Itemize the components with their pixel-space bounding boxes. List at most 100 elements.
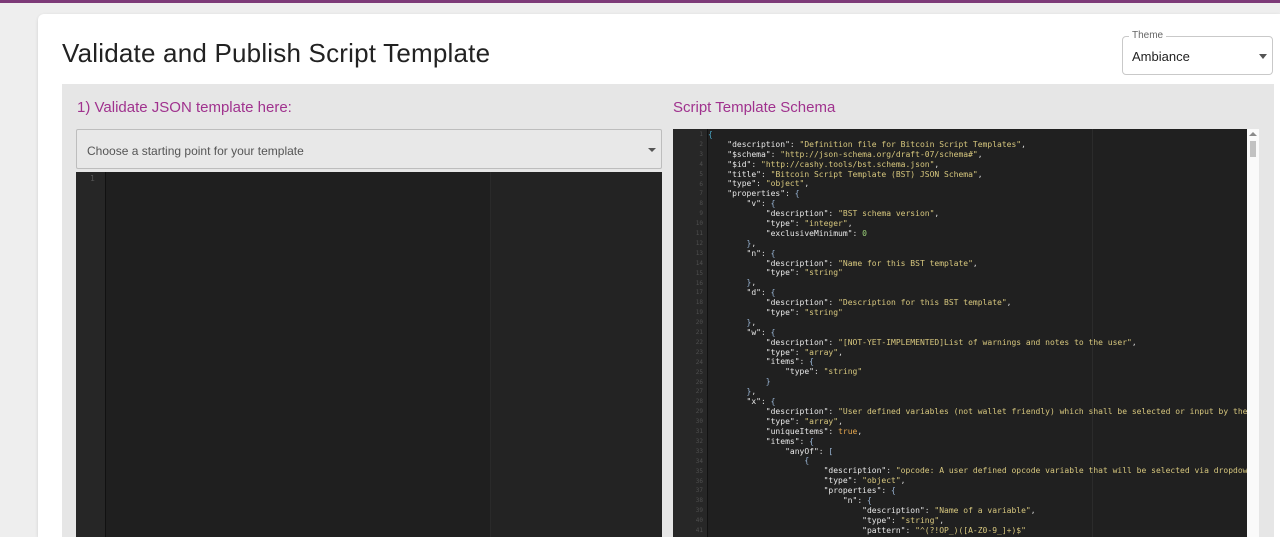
page-title: Validate and Publish Script Template [62,38,491,68]
schema-line-number: 24 [695,358,703,366]
code-line: "title": "Bitcoin Script Template (BST) … [727,169,983,179]
code-line: "description": "Description for this BST… [765,298,1012,308]
chevron-down-icon [648,148,656,152]
schema-line-number: 40 [695,517,703,525]
schema-line-number: 32 [695,437,703,445]
schema-line-number: 36 [695,477,703,485]
schema-line-number: 34 [695,457,703,465]
schema-line-number: 35 [695,467,703,475]
theme-select[interactable]: Theme Ambiance [1122,30,1273,75]
code-line: "x": { [746,397,776,407]
schema-line-number: 4 [699,160,703,168]
schema-line-number: 16 [695,279,703,287]
schema-line-number: 3 [699,150,703,158]
chevron-down-icon [1259,54,1267,59]
schema-viewer[interactable]: 1 2 3 4 5 6 7 8 9 10 11 12 13 14 15 16 17 18 19 20 21 22 23 24 2… [673,129,1259,537]
schema-line-number: 30 [695,418,703,426]
schema-line-number: 20 [695,319,703,327]
code-line: "d": { [746,288,776,298]
schema-line-number: 37 [695,487,703,495]
code-line: "type": "object", [727,179,810,189]
code-line: "uniqueItems": true, [765,426,863,436]
code-line: } [765,377,771,387]
code-line: "v": { [746,199,776,209]
schema-section-title: Script Template Schema [673,99,836,116]
code-line: "description": "BST schema version", [765,209,940,219]
schema-line-number: 19 [695,309,703,317]
schema-line-number: 28 [695,398,703,406]
code-line: "n": { [842,495,872,505]
schema-line-number: 39 [695,507,703,515]
code-line: "w": { [746,327,776,337]
json-template-editor[interactable]: 1 [76,172,662,537]
schema-line-number: 23 [695,348,703,356]
code-line: "description": "User defined variables (… [765,406,1248,416]
schema-line-number: 26 [695,378,703,386]
schema-line-number: 7 [699,190,703,198]
code-line: "description": "Definition file for Bitc… [727,139,1026,149]
schema-line-number: 14 [695,259,703,267]
schema-line-number: 12 [695,239,703,247]
code-line: }, [746,387,757,397]
schema-line-number: 18 [695,299,703,307]
schema-code: { "description": "Definition file for Bi… [708,129,1247,536]
scroll-up-arrow-icon[interactable] [1249,132,1257,136]
code-line: }, [746,317,757,327]
code-line: "type": "array", [765,416,843,426]
schema-line-number: 11 [695,230,703,237]
starting-point-placeholder: Choose a starting point for your templat… [87,144,304,158]
schema-line-number: 29 [695,408,703,416]
code-line: "description": "Name for this BST templa… [765,258,978,268]
code-line: "type": "string" [785,367,863,377]
code-line: { [804,456,810,466]
code-line: "description": "[NOT-YET-IMPLEMENTED]Lis… [765,337,1137,347]
code-line: "description": "Name of a variable", [862,505,1036,515]
schema-line-number: 10 [695,220,703,228]
editor-gutter: 1 [76,172,106,537]
code-line: "type": "string", [862,515,945,525]
schema-line-number: 27 [695,388,703,396]
schema-line-number: 33 [695,447,703,455]
code-line: "description": "opcode: A user defined o… [823,466,1248,476]
code-line: "properties": { [823,486,896,496]
code-line: "n": { [746,248,776,258]
code-line: { [708,130,713,139]
schema-line-number: 6 [699,180,703,188]
code-line: "items": { [765,357,814,367]
schema-line-number: 5 [699,170,703,178]
code-line: "pattern": "^(?!OP_)([A-Z0-9_]+)$" [862,525,1026,535]
schema-line-number: 21 [695,329,703,336]
schema-scrollbar-thumb[interactable] [1250,141,1256,157]
schema-gutter: 1 2 3 4 5 6 7 8 9 10 11 12 13 14 15 16 17 18 19 20 21 22 23 24 2… [673,129,708,537]
code-line: "type": "integer", [765,219,853,229]
top-accent-bar [0,0,1280,3]
schema-line-number: 38 [695,497,703,505]
schema-line-number: 41 [695,527,703,534]
schema-line-number: 15 [695,269,703,277]
code-line: "type": "string" [765,268,843,278]
code-line: "items": { [765,436,814,446]
schema-line-number: 2 [699,140,703,148]
validate-section-title: 1) Validate JSON template here: [77,99,292,116]
code-line: "properties": { [727,189,800,199]
code-line: "exclusiveMinimum": 0 [765,228,867,238]
code-line: }, [746,278,757,288]
code-line: "type": "object", [823,476,906,486]
schema-line-number: 25 [695,368,703,376]
editor-margin-area [491,172,662,537]
schema-line-number: 17 [695,289,703,297]
schema-line-number: 13 [695,249,703,257]
code-line: }, [746,238,757,248]
starting-point-select[interactable]: Choose a starting point for your templat… [76,129,662,169]
schema-line-number: 9 [699,210,703,218]
schema-line-number: 8 [699,200,703,208]
theme-label: Theme [1129,30,1167,42]
schema-line-number: 31 [695,428,703,435]
code-line: "type": "string" [765,308,843,318]
code-line: "$schema": "http://json-schema.org/draft… [727,149,983,159]
schema-scrollbar[interactable] [1247,129,1259,537]
schema-line-number: 1 [699,131,703,138]
code-line: "$id": "http://cashy.tools/bst.schema.js… [727,159,940,169]
code-line: "type": "array", [765,347,843,357]
code-line: "anyOf": [ [785,446,834,456]
